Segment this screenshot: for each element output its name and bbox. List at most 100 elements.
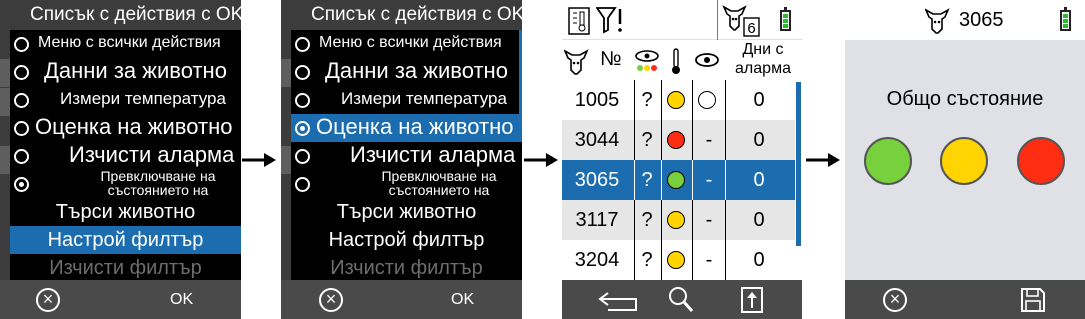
radio-icon: [295, 149, 310, 164]
menu-item-animal-data[interactable]: Данни за животно: [291, 58, 522, 86]
battery-icon: [780, 7, 791, 31]
menu-item-evaluate-animal[interactable]: Оценка на животно: [291, 114, 522, 142]
unknown-mark: ?: [641, 209, 653, 231]
table-row[interactable]: 3204? 0 -: [562, 240, 795, 280]
status-green-button[interactable]: [864, 137, 912, 185]
days-alarm: 0: [753, 129, 765, 151]
list-toolbar: 6: [562, 0, 802, 40]
table-row[interactable]: 3065? 0 -: [562, 160, 795, 200]
filter-alert-icon[interactable]: [596, 5, 626, 35]
thermometer-icon[interactable]: [670, 48, 682, 76]
background-element: [281, 146, 291, 174]
menu-item-clear-alarm[interactable]: Изчисти аларма: [291, 142, 522, 170]
status-header: 3065: [845, 0, 1085, 40]
background-element: [0, 88, 10, 116]
arrow-right-icon: [242, 153, 276, 167]
animal-number: 3065: [574, 169, 620, 191]
animal-status-panel: 3065 Общо състояние ×: [845, 0, 1085, 319]
cow-count-icon: 6: [722, 5, 760, 37]
set-filter-button[interactable]: Настрой филтър: [291, 226, 522, 254]
column-number[interactable]: №: [600, 48, 621, 71]
menu-item-evaluate-animal[interactable]: Оценка на животно: [10, 114, 241, 142]
radio-icon: [295, 93, 310, 108]
footer-bar: × OK: [0, 280, 241, 319]
animal-id: 3065: [959, 9, 1004, 31]
background-element: [281, 59, 291, 87]
background-element: [0, 146, 10, 174]
days-alarm: 0: [753, 169, 765, 191]
observation-mark: -: [705, 169, 713, 191]
radio-icon: [295, 37, 310, 52]
ok-button[interactable]: OK: [451, 289, 474, 311]
animal-list-panel: 6 № Дни с аларма 1005? 0 3044? 0 - 3065? 0: [562, 0, 802, 319]
observation-mark: -: [705, 209, 713, 231]
unknown-mark: ?: [641, 249, 653, 271]
animal-number: 3044: [574, 129, 620, 151]
battery-icon: [1060, 7, 1071, 31]
search-icon[interactable]: [668, 286, 694, 314]
clear-filter-button[interactable]: Изчисти филтър: [291, 254, 522, 282]
cancel-icon[interactable]: ×: [319, 288, 343, 312]
menu-title: Списък с действия с OK:: [311, 4, 522, 25]
status-red-button[interactable]: [1017, 137, 1065, 185]
scrollbar[interactable]: [519, 30, 522, 116]
status-dot-yellow: [667, 211, 685, 229]
animal-number: 3204: [574, 249, 620, 271]
back-icon[interactable]: [596, 288, 640, 312]
cancel-icon[interactable]: ×: [883, 288, 907, 312]
set-filter-button[interactable]: Настрой филтър: [10, 226, 241, 254]
menu-item-toggle-state[interactable]: Превключване на състоянието на: [291, 170, 522, 198]
background-element: [0, 59, 10, 87]
status-dot-red: [667, 131, 685, 149]
eye-icon[interactable]: [694, 52, 720, 68]
arrow-right-icon: [524, 153, 558, 167]
menu-item-all-actions[interactable]: Меню с всички действия: [10, 30, 241, 58]
action-list-panel-2: Списък с действия с OK: Меню с всички де…: [281, 0, 522, 319]
table-row[interactable]: 3044? 0 -: [562, 120, 795, 160]
status-dot-green: [667, 171, 685, 189]
eye-status-icon[interactable]: [634, 50, 660, 74]
thermometer-scale-icon: [568, 7, 590, 35]
table-header: № Дни с аларма: [562, 40, 802, 80]
radio-icon: [295, 65, 310, 80]
animal-number: 3117: [575, 209, 619, 231]
scrollbar[interactable]: [796, 82, 801, 246]
status-dot-yellow: [667, 91, 685, 109]
clear-filter-button[interactable]: Изчисти филтър: [10, 254, 241, 282]
radio-icon: [295, 177, 310, 192]
menu-item-measure-temperature[interactable]: Измери температура: [291, 86, 522, 114]
search-animal-button[interactable]: Търси животно: [10, 198, 241, 226]
days-alarm: 0: [753, 89, 765, 111]
svg-text:6: 6: [747, 20, 755, 37]
days-alarm: 0: [753, 209, 765, 231]
general-state-title: Общо състояние: [886, 88, 1044, 110]
radio-icon: [14, 37, 29, 52]
footer-bar: [562, 280, 802, 319]
cow-icon: [925, 8, 950, 34]
unknown-mark: ?: [641, 169, 653, 191]
radio-checked-icon: [14, 177, 29, 192]
search-animal-button[interactable]: Търси животно: [291, 198, 522, 226]
cancel-icon[interactable]: ×: [36, 288, 60, 312]
ok-button[interactable]: OK: [170, 289, 193, 311]
save-icon[interactable]: [1020, 287, 1046, 313]
action-list-panel-1: Списък с действия с OK: Меню с всички де…: [0, 0, 241, 319]
unknown-mark: ?: [641, 129, 653, 151]
menu-item-all-actions[interactable]: Меню с всички действия: [291, 30, 522, 58]
status-yellow-button[interactable]: [940, 137, 988, 185]
menu-item-clear-alarm[interactable]: Изчисти аларма: [10, 142, 241, 170]
radio-icon: [14, 121, 29, 136]
observation-mark: -: [705, 129, 713, 151]
cow-icon: [564, 49, 589, 75]
radio-icon: [14, 149, 29, 164]
footer-bar: ×: [845, 280, 1085, 319]
menu-item-animal-data[interactable]: Данни за животно: [10, 58, 241, 86]
menu-title: Списък с действия с OK:: [30, 4, 241, 25]
export-icon[interactable]: [740, 286, 764, 314]
animal-number: 1005: [574, 89, 620, 111]
table-row[interactable]: 3117? 0 -: [562, 200, 795, 240]
menu-item-measure-temperature[interactable]: Измери температура: [10, 86, 241, 114]
menu-item-toggle-state[interactable]: Превключване на състоянието на: [10, 170, 241, 198]
column-days-alarm[interactable]: Дни с аларма: [728, 40, 798, 78]
table-row[interactable]: 1005? 0: [562, 80, 795, 120]
